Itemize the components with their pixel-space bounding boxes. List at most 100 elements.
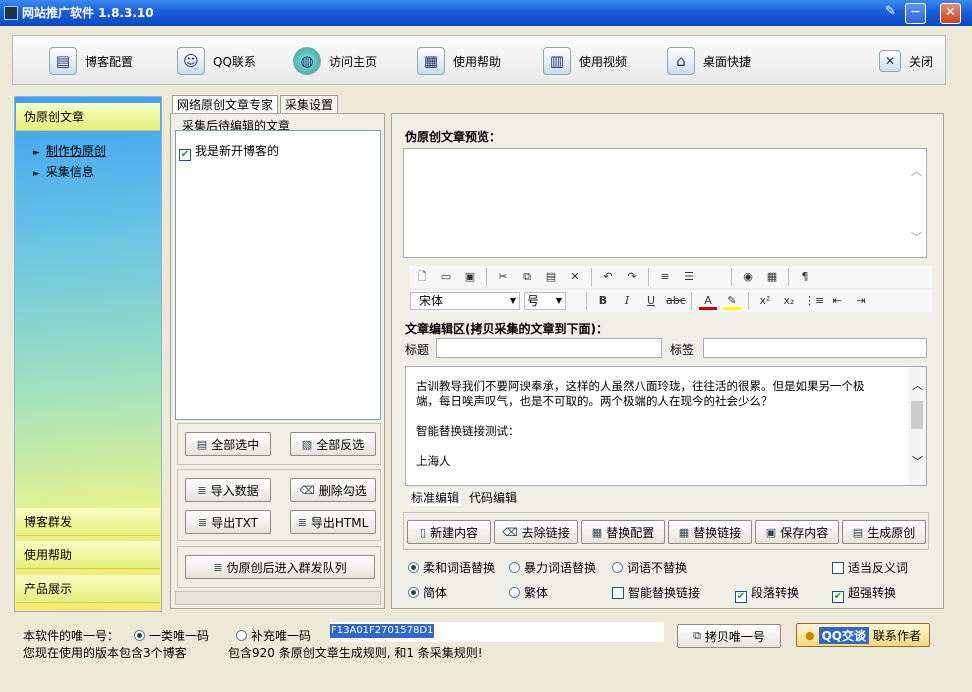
sidebar-header-products[interactable]: 产品展示 [16, 575, 160, 603]
sidebar-link-collect[interactable]: ► 采集信息 [33, 164, 94, 182]
sidebar-link-make-pseudo[interactable]: ► 制作伪原创 [33, 143, 106, 161]
insert-table-icon[interactable]: ▦ [763, 268, 781, 286]
tab-code-edit[interactable]: 代码编辑 [469, 489, 517, 506]
minimize-button[interactable]: ─ [905, 3, 926, 24]
help-button[interactable]: ▦ 使用帮助 [417, 44, 501, 78]
replace-config-button[interactable]: ▦ 替换配置 [581, 520, 665, 544]
option-no-replace[interactable]: 词语不替换 [612, 559, 687, 576]
blog-config-button[interactable]: ▤ 博客配置 [49, 44, 133, 78]
unique-type-2[interactable]: 补充唯一码 [236, 627, 311, 644]
cut-icon[interactable]: ✂ [494, 268, 512, 286]
font-name-select[interactable]: 宋体 ▼ [410, 292, 520, 310]
underline-icon[interactable]: U [642, 292, 660, 310]
italic-icon[interactable]: I [618, 292, 636, 310]
radio[interactable] [612, 562, 623, 573]
invert-select-button[interactable]: ▧ 全部反选 [290, 432, 376, 456]
radio[interactable] [236, 630, 247, 641]
align-left-icon[interactable]: ≡ [656, 268, 674, 286]
insert-link-icon[interactable]: ◉ [739, 268, 757, 286]
import-data-button[interactable]: ≣ 导入数据 [185, 478, 271, 502]
tab-collect-settings[interactable]: 采集设置 [280, 95, 339, 114]
paragraph-icon[interactable]: ¶ [796, 268, 814, 286]
font-size-select[interactable]: 号 ▼ [524, 292, 566, 310]
qq-contact-button[interactable]: ☺ QQ联系 [177, 44, 256, 78]
editor-scrollbar[interactable]: ︿ ﹀ [909, 367, 926, 485]
shortcut-button[interactable]: ⌂ 桌面快捷 [667, 44, 751, 78]
checkbox[interactable]: ✔ [179, 149, 191, 161]
redo-icon[interactable]: ↷ [623, 268, 641, 286]
delete-checked-button[interactable]: ⌫ 删除勾选 [290, 478, 376, 502]
copy-icon[interactable]: ⧉ [518, 268, 536, 286]
qq-chat-button[interactable]: ● QQ交谈 联系作者 [796, 623, 930, 647]
video-button[interactable]: ▥ 使用视频 [543, 44, 627, 78]
subscript-icon[interactable]: x₂ [780, 292, 798, 310]
delete-icon[interactable]: ✕ [566, 268, 584, 286]
option-super-convert[interactable]: ✔ 超强转换 [832, 584, 896, 603]
save-content-button[interactable]: ▣ 保存内容 [755, 520, 839, 544]
remove-links-button[interactable]: ⌫ 去除链接 [494, 520, 578, 544]
checkbox[interactable] [832, 562, 844, 574]
visit-home-button[interactable]: ◍ 访问主页 [293, 44, 377, 78]
radio[interactable] [509, 562, 520, 573]
new-doc-icon[interactable]: 🗋 [413, 268, 431, 286]
scroll-down-icon[interactable]: ﹀ [912, 453, 923, 469]
generate-original-button[interactable]: ▤ 生成原创 [842, 520, 926, 544]
paste-icon[interactable]: ▤ [542, 268, 560, 286]
checkbox[interactable]: ✔ [832, 591, 844, 603]
radio[interactable] [509, 587, 520, 598]
option-simplified[interactable]: 简体 [408, 584, 447, 601]
font-color-icon[interactable]: A [699, 292, 717, 310]
undo-icon[interactable]: ↶ [599, 268, 617, 286]
sidebar-header-pseudo-original[interactable]: 伪原创文章 [16, 103, 160, 131]
select-all-button[interactable]: ▤ 全部选中 [185, 432, 271, 456]
tab-standard-edit[interactable]: 标准编辑 [409, 489, 462, 506]
sidebar-header-help[interactable]: 使用帮助 [16, 541, 160, 569]
unique-value-field[interactable]: F13A01F2701578D1 [330, 622, 664, 642]
superscript-icon[interactable]: x² [756, 292, 774, 310]
option-smart-link[interactable]: 智能替换链接 [612, 584, 700, 601]
scroll-up-icon[interactable]: ︿ [911, 163, 922, 179]
new-content-button[interactable]: ▯ 新建内容 [407, 520, 491, 544]
option-paragraph[interactable]: ✔ 段落转换 [735, 584, 799, 603]
preview-area[interactable]: ︿ ﹀ [403, 148, 927, 258]
option-force-replace[interactable]: 暴力词语替换 [509, 559, 596, 576]
copy-unique-button[interactable]: ⧉ 拷贝唯一号 [677, 624, 781, 648]
replace-links-button[interactable]: ▦ 替换链接 [668, 520, 752, 544]
highlight-icon[interactable]: ✎ [723, 292, 741, 310]
save-icon[interactable]: ▣ [461, 268, 479, 286]
checkbox[interactable]: ✔ [735, 591, 747, 603]
radio[interactable] [134, 630, 145, 641]
tab-original-expert[interactable]: 网络原创文章专家 [172, 95, 279, 114]
video-doc-icon: ▥ [543, 47, 571, 75]
outdent-icon[interactable]: ⇤ [828, 292, 846, 310]
pending-article-list[interactable]: ✔ 我是新开博客的 [175, 130, 381, 420]
export-html-button[interactable]: ≣ 导出HTML [290, 510, 376, 534]
unique-type-1[interactable]: 一类唯一码 [134, 627, 209, 644]
pin-icon[interactable]: ✎ [880, 3, 901, 24]
sidebar-header-blog-post[interactable]: 博客群发 [16, 508, 160, 536]
queue-button[interactable]: ≣ 伪原创后进入群发队列 [185, 555, 375, 579]
tag-input[interactable] [703, 338, 927, 358]
window-close-button[interactable]: ✕ [940, 3, 961, 24]
option-antonym[interactable]: 适当反义词 [832, 559, 908, 576]
radio[interactable] [408, 587, 419, 598]
open-folder-icon[interactable]: ▭ [437, 268, 455, 286]
title-input[interactable] [436, 338, 662, 358]
radio[interactable] [408, 562, 419, 573]
align-center-icon[interactable]: ☰ [680, 268, 698, 286]
ordered-list-icon[interactable]: ⋮≡ [804, 292, 824, 310]
toolbar-close-button[interactable]: ✕ 关闭 [879, 44, 933, 78]
option-soft-replace[interactable]: 柔和词语替换 [408, 559, 495, 576]
scroll-down-icon[interactable]: ﹀ [911, 229, 922, 245]
content-editor[interactable]: 古训教导我们不要阿谀奉承，这样的人虽然八面玲珑，往往活的很累。但是如果另一个极端… [405, 366, 927, 486]
indent-icon[interactable]: ⇥ [852, 292, 870, 310]
list-item[interactable]: ✔ 我是新开博客的 [179, 142, 279, 161]
toolbar-close-label: 关闭 [909, 54, 934, 69]
export-txt-button[interactable]: ≣ 导出TXT [185, 510, 271, 534]
checkbox[interactable] [612, 587, 624, 599]
strikethrough-icon[interactable]: abc [666, 292, 686, 310]
option-traditional[interactable]: 繁体 [509, 584, 548, 601]
scroll-thumb[interactable] [911, 401, 923, 429]
bold-icon[interactable]: B [594, 292, 612, 310]
scroll-up-icon[interactable]: ︿ [912, 377, 923, 393]
